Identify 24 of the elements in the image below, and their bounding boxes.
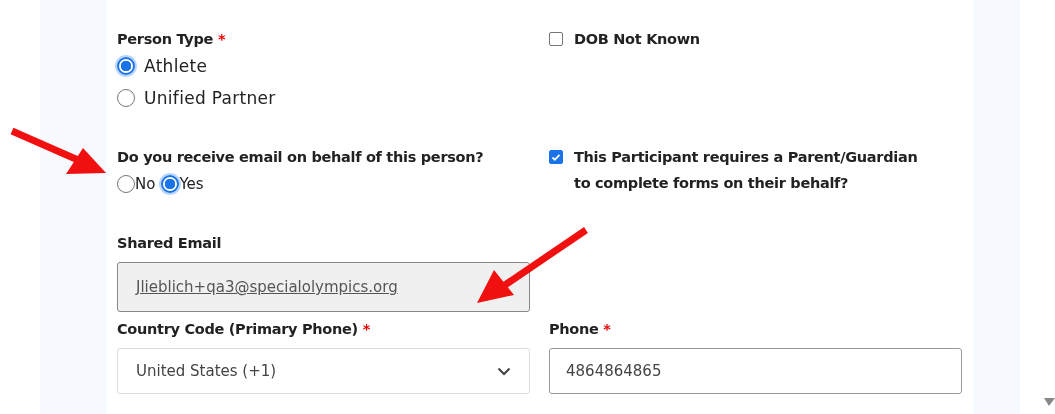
radio-label[interactable]: Unified Partner — [144, 88, 276, 108]
country-select[interactable]: United States (+1) — [117, 348, 530, 394]
checkbox[interactable] — [549, 32, 563, 46]
radio-button[interactable] — [161, 175, 180, 193]
checkbox-label[interactable]: This Participant requires a Parent/Guardian to complete forms on their behalf? — [574, 144, 929, 196]
checkbox-label[interactable]: DOB Not Known — [574, 28, 700, 50]
chevron-down-icon — [497, 366, 511, 376]
radio-label[interactable]: Yes — [179, 175, 204, 193]
field-label: Phone — [549, 321, 599, 337]
radio-button[interactable] — [117, 57, 135, 75]
field-label: Do you receive email on behalf of this person? — [117, 148, 485, 167]
field-label: Person Type — [117, 31, 214, 47]
checkbox[interactable] — [549, 150, 563, 164]
scroll-arrow-icon[interactable] — [1044, 398, 1055, 406]
phone-field[interactable]: 4864864865 — [549, 348, 962, 394]
required-mark: * — [217, 31, 226, 47]
radio-label[interactable]: Athlete — [144, 56, 208, 76]
field-label: Shared Email — [117, 234, 223, 253]
radio-button[interactable] — [117, 89, 135, 107]
field-label: Country Code (Primary Phone) — [117, 321, 358, 337]
required-mark: * — [362, 321, 370, 337]
radio-label[interactable]: No — [135, 175, 156, 193]
radio-button[interactable] — [117, 175, 135, 193]
required-mark: * — [603, 321, 611, 337]
